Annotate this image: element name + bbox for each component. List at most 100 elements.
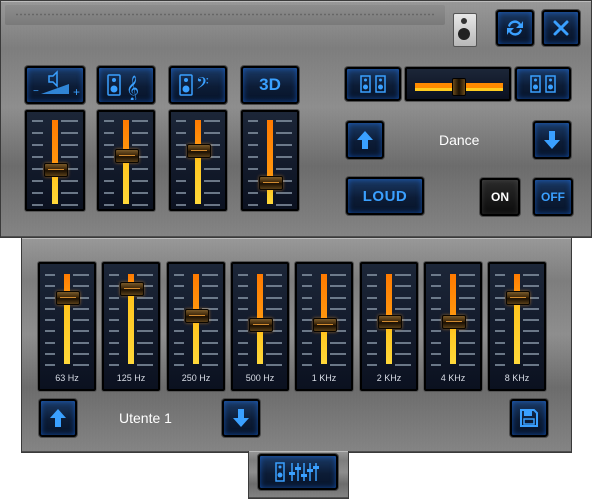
refresh-button[interactable] [496,10,534,46]
slider-tick [204,204,220,206]
slider-tick [330,308,346,310]
balance-slider[interactable] [405,67,511,101]
slider-tick [276,168,292,170]
slider-knob[interactable] [44,163,68,177]
slider-tick [276,156,292,158]
slider-tick [132,144,148,146]
eq-band-slider[interactable]: 125 Hz [102,262,160,391]
eq-band-slider[interactable]: 500 Hz [231,262,289,391]
slider-knob[interactable] [259,176,283,190]
off-button[interactable]: OFF [533,178,573,216]
on-button[interactable]: ON [480,178,520,216]
close-button[interactable] [542,10,580,46]
speaker-pair-icon [360,75,386,93]
slider-tick [104,180,114,182]
slider-tick [431,308,441,310]
slider-tick [248,132,258,134]
slider-tick [367,308,377,310]
bass-slider[interactable] [169,110,227,211]
user-preset-name: Utente 1 [119,410,172,426]
slider-tick [32,144,43,146]
speaker-icon[interactable] [453,13,477,47]
slider-knob[interactable] [185,309,209,323]
slider-tick [459,285,475,287]
eq-band-slider[interactable]: 2 KHz [360,262,418,391]
slider-tick [302,364,312,366]
slider-tick [137,297,153,299]
slider-tick [523,342,539,344]
eq-band-slider[interactable]: 63 Hz [38,262,96,391]
save-button[interactable] [510,399,548,437]
slider-tick [459,364,475,366]
preset-name: Dance [439,132,480,148]
slider-tick [248,168,258,170]
loud-button[interactable]: LOUD [346,177,424,215]
slider-tick [174,297,184,299]
slider-tick [202,342,218,344]
mixer-toggle-button[interactable] [258,454,338,490]
equalizer-panel: 63 Hz 125 Hz 250 Hz 500 Hz 1 KHz 2 KHz 4 KHz 8 … [21,237,572,453]
slider-knob[interactable] [120,282,144,296]
eq-band-slider[interactable]: 4 KHz [424,262,482,391]
slider-tick [459,353,475,355]
slider-tick [238,297,248,299]
slider-knob[interactable] [313,318,337,332]
slider-tick [302,353,312,355]
svg-text:𝄢: 𝄢 [196,73,209,97]
slider-tick [45,285,55,287]
slider-tick [61,204,78,206]
slider-knob[interactable] [378,315,402,329]
preset-next-button[interactable] [533,121,571,159]
slider-tick [248,204,258,206]
slider-tick [248,120,258,122]
slider-tick [330,353,346,355]
eq-band-label: 1 KHz [311,373,337,383]
slider-tick [330,297,346,299]
user-preset-previous-button[interactable] [39,399,77,437]
slider-tick [330,285,346,287]
balance-knob[interactable] [452,78,466,96]
slider-tick [495,364,505,366]
slider-tick [238,364,248,366]
slider-knob[interactable] [249,318,273,332]
slider-tick [330,274,346,276]
slider-tick [137,342,153,344]
slider-tick [302,274,312,276]
eq-band-slider[interactable]: 8 KHz [488,262,546,391]
slider-knob[interactable] [56,291,80,305]
slider-tick [395,274,411,276]
slider-tick [495,274,505,276]
slider-tick [204,168,220,170]
slider-tick [431,353,441,355]
slider-tick [132,192,148,194]
slider-tick [276,204,292,206]
slider-tick [137,364,153,366]
eq-band-slider[interactable]: 250 Hz [167,262,225,391]
slider-track-upper [321,274,327,324]
mixer-tab [248,451,349,499]
slider-tick [395,330,411,332]
slider-tick [431,274,441,276]
slider-knob[interactable] [442,315,466,329]
slider-track-upper [450,274,456,321]
slider-tick [395,297,411,299]
preset-previous-button[interactable] [346,121,384,159]
slider-knob[interactable] [115,149,139,163]
right-speaker-button[interactable] [515,67,571,101]
slider-tick [61,144,78,146]
slider-tick [523,364,539,366]
eq-band-slider[interactable]: 1 KHz [295,262,353,391]
slider-tick [32,132,43,134]
slider-track-fill [64,297,70,364]
left-speaker-button[interactable] [345,67,401,101]
3d-slider[interactable] [241,110,299,211]
slider-tick [73,342,89,344]
slider-tick [73,308,89,310]
slider-track-fill [195,150,201,204]
user-preset-next-button[interactable] [222,399,260,437]
slider-knob[interactable] [506,291,530,305]
volume-slider[interactable] [25,110,85,211]
slider-knob[interactable] [187,144,211,158]
treble-slider[interactable] [97,110,155,211]
title-bar[interactable] [5,5,445,25]
